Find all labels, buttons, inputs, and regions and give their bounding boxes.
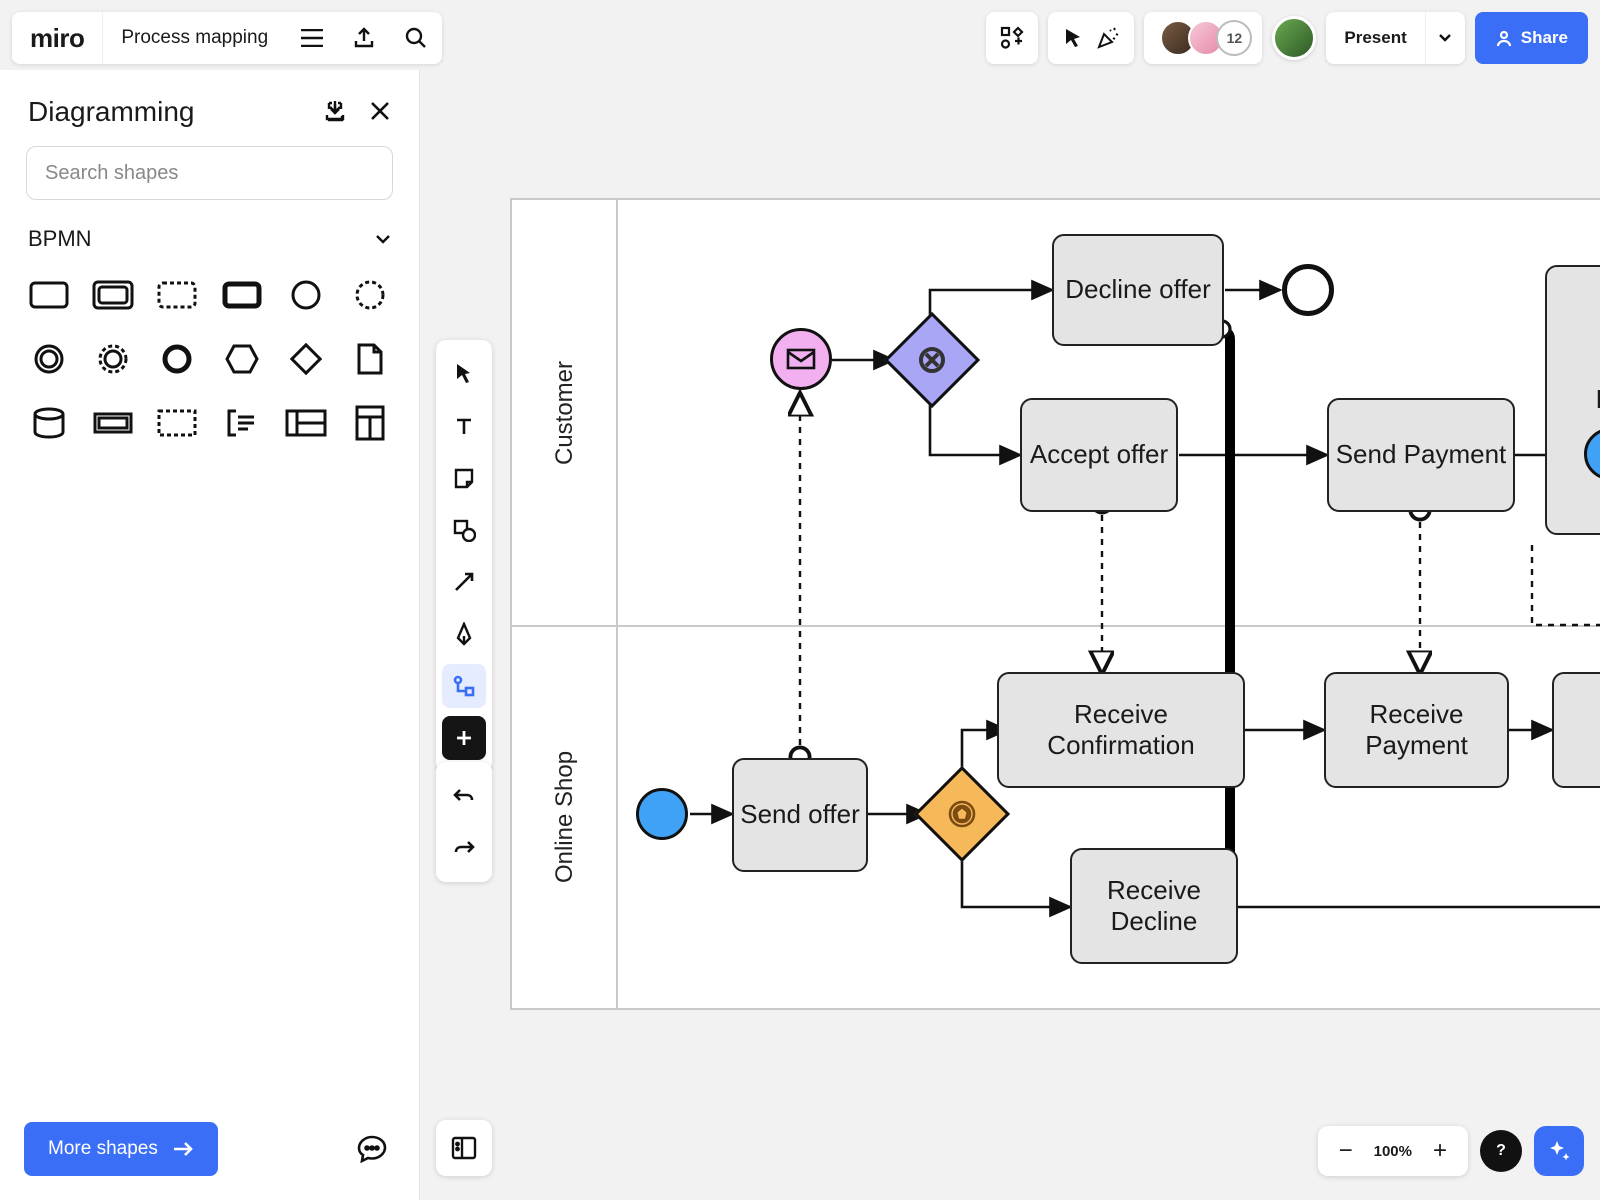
- shape-annotation[interactable]: [215, 398, 269, 448]
- tool-pen[interactable]: [442, 612, 486, 656]
- confetti-icon[interactable]: [1096, 26, 1120, 50]
- bpmn-task-decline-offer[interactable]: Decline offer: [1052, 234, 1224, 346]
- person-add-icon: [1495, 29, 1513, 47]
- present-button[interactable]: Present: [1326, 12, 1464, 64]
- bottom-right-controls: − 100% + ?: [1318, 1126, 1584, 1176]
- shape-pool-horizontal[interactable]: [279, 398, 333, 448]
- tool-diagram[interactable]: [442, 664, 486, 708]
- more-shapes-button[interactable]: More shapes: [24, 1122, 218, 1176]
- tool-shape[interactable]: [442, 508, 486, 552]
- pool-divider: [616, 200, 618, 1008]
- bpmn-task-receive-payment[interactable]: Receive Payment: [1324, 672, 1509, 788]
- shape-gateway[interactable]: [279, 334, 333, 384]
- panel-title: Diagramming: [28, 96, 195, 128]
- category-label: BPMN: [28, 226, 92, 252]
- shape-text-annotation-dashed[interactable]: [150, 398, 204, 448]
- avatar-current-user[interactable]: [1272, 16, 1316, 60]
- search-shapes-input[interactable]: [26, 146, 393, 200]
- shape-start-event-noninterrupt[interactable]: [343, 270, 397, 320]
- bpmn-task-in-partial[interactable]: In: [1552, 672, 1600, 788]
- shape-intermediate-event[interactable]: [150, 334, 204, 384]
- shape-pool-vertical[interactable]: [343, 398, 397, 448]
- shape-task[interactable]: [22, 270, 76, 320]
- bpmn-gateway-exclusive[interactable]: [884, 312, 980, 408]
- present-label: Present: [1326, 28, 1424, 48]
- comment-icon[interactable]: [349, 1126, 395, 1172]
- shape-call-activity[interactable]: [215, 270, 269, 320]
- chevron-down-icon: [375, 233, 391, 245]
- arrow-right-icon: [172, 1141, 194, 1157]
- logo[interactable]: miro: [12, 12, 103, 64]
- board-title[interactable]: Process mapping: [103, 27, 286, 49]
- bpmn-start-event[interactable]: [636, 788, 688, 840]
- bpmn-gateway-event-based[interactable]: [914, 766, 1010, 862]
- lane-customer[interactable]: Customer: [520, 200, 610, 625]
- lane-divider: [512, 625, 1600, 627]
- shape-data-store[interactable]: [22, 398, 76, 448]
- zoom-value[interactable]: 100%: [1366, 1143, 1420, 1160]
- avatar-overflow-count[interactable]: 12: [1216, 20, 1252, 56]
- hamburger-icon[interactable]: [286, 12, 338, 64]
- bpmn-end-event[interactable]: [1282, 264, 1334, 316]
- chevron-down-icon[interactable]: [1425, 12, 1465, 64]
- bpmn-task-send-payment[interactable]: Send Payment: [1327, 398, 1515, 512]
- topbar-left: miro Process mapping: [12, 12, 442, 64]
- shape-group[interactable]: [86, 398, 140, 448]
- apps-icon[interactable]: [986, 12, 1038, 64]
- bpmn-canvas[interactable]: Customer Online Shop: [510, 198, 1600, 1010]
- shape-event-subprocess[interactable]: [150, 270, 204, 320]
- tool-text[interactable]: [442, 404, 486, 448]
- redo-button[interactable]: [442, 826, 486, 870]
- import-icon[interactable]: [323, 100, 347, 124]
- zoom-in-button[interactable]: +: [1420, 1131, 1460, 1171]
- help-button[interactable]: ?: [1480, 1130, 1522, 1172]
- shape-end-event[interactable]: [22, 334, 76, 384]
- share-label: Share: [1521, 28, 1568, 48]
- category-header[interactable]: BPMN: [0, 200, 419, 262]
- shape-data-object[interactable]: [343, 334, 397, 384]
- tool-add[interactable]: [442, 716, 486, 760]
- bpmn-message-start-event[interactable]: [770, 328, 832, 390]
- diagramming-panel: Diagramming BPMN More: [0, 70, 420, 1200]
- search-icon[interactable]: [390, 12, 442, 64]
- bpmn-task-receive-decline[interactable]: Receive Decline: [1070, 848, 1238, 964]
- topbar-right: 12 Present Share: [986, 12, 1588, 64]
- zoom-out-button[interactable]: −: [1326, 1131, 1366, 1171]
- panels-toggle-button[interactable]: [436, 1120, 492, 1176]
- cursor-icon[interactable]: [1062, 27, 1084, 49]
- tool-sticky[interactable]: [442, 456, 486, 500]
- shape-gateway-hexagon[interactable]: [215, 334, 269, 384]
- zoom-controls: − 100% +: [1318, 1126, 1468, 1176]
- share-button[interactable]: Share: [1475, 12, 1588, 64]
- collaborators[interactable]: 12: [1144, 12, 1262, 64]
- ai-assist-button[interactable]: [1534, 1126, 1584, 1176]
- export-icon[interactable]: [338, 12, 390, 64]
- shape-end-event-dashed[interactable]: [86, 334, 140, 384]
- shape-start-event[interactable]: [279, 270, 333, 320]
- bpmn-task-receive-confirmation[interactable]: Receive Confirmation: [997, 672, 1245, 788]
- more-shapes-label: More shapes: [48, 1138, 158, 1160]
- lane-shop[interactable]: Online Shop: [520, 625, 610, 1008]
- tool-toolbar: [436, 340, 492, 772]
- reactions-group: [1048, 12, 1134, 64]
- shape-palette: [0, 262, 419, 456]
- shape-transaction[interactable]: [86, 270, 140, 320]
- history-toolbar: [436, 762, 492, 882]
- close-icon[interactable]: [369, 100, 391, 124]
- bpmn-task-r-partial[interactable]: R: [1545, 265, 1600, 535]
- undo-button[interactable]: [442, 774, 486, 818]
- bpmn-task-accept-offer[interactable]: Accept offer: [1020, 398, 1178, 512]
- tool-arrow[interactable]: [442, 560, 486, 604]
- tool-select[interactable]: [442, 352, 486, 396]
- bpmn-task-send-offer[interactable]: Send offer: [732, 758, 868, 872]
